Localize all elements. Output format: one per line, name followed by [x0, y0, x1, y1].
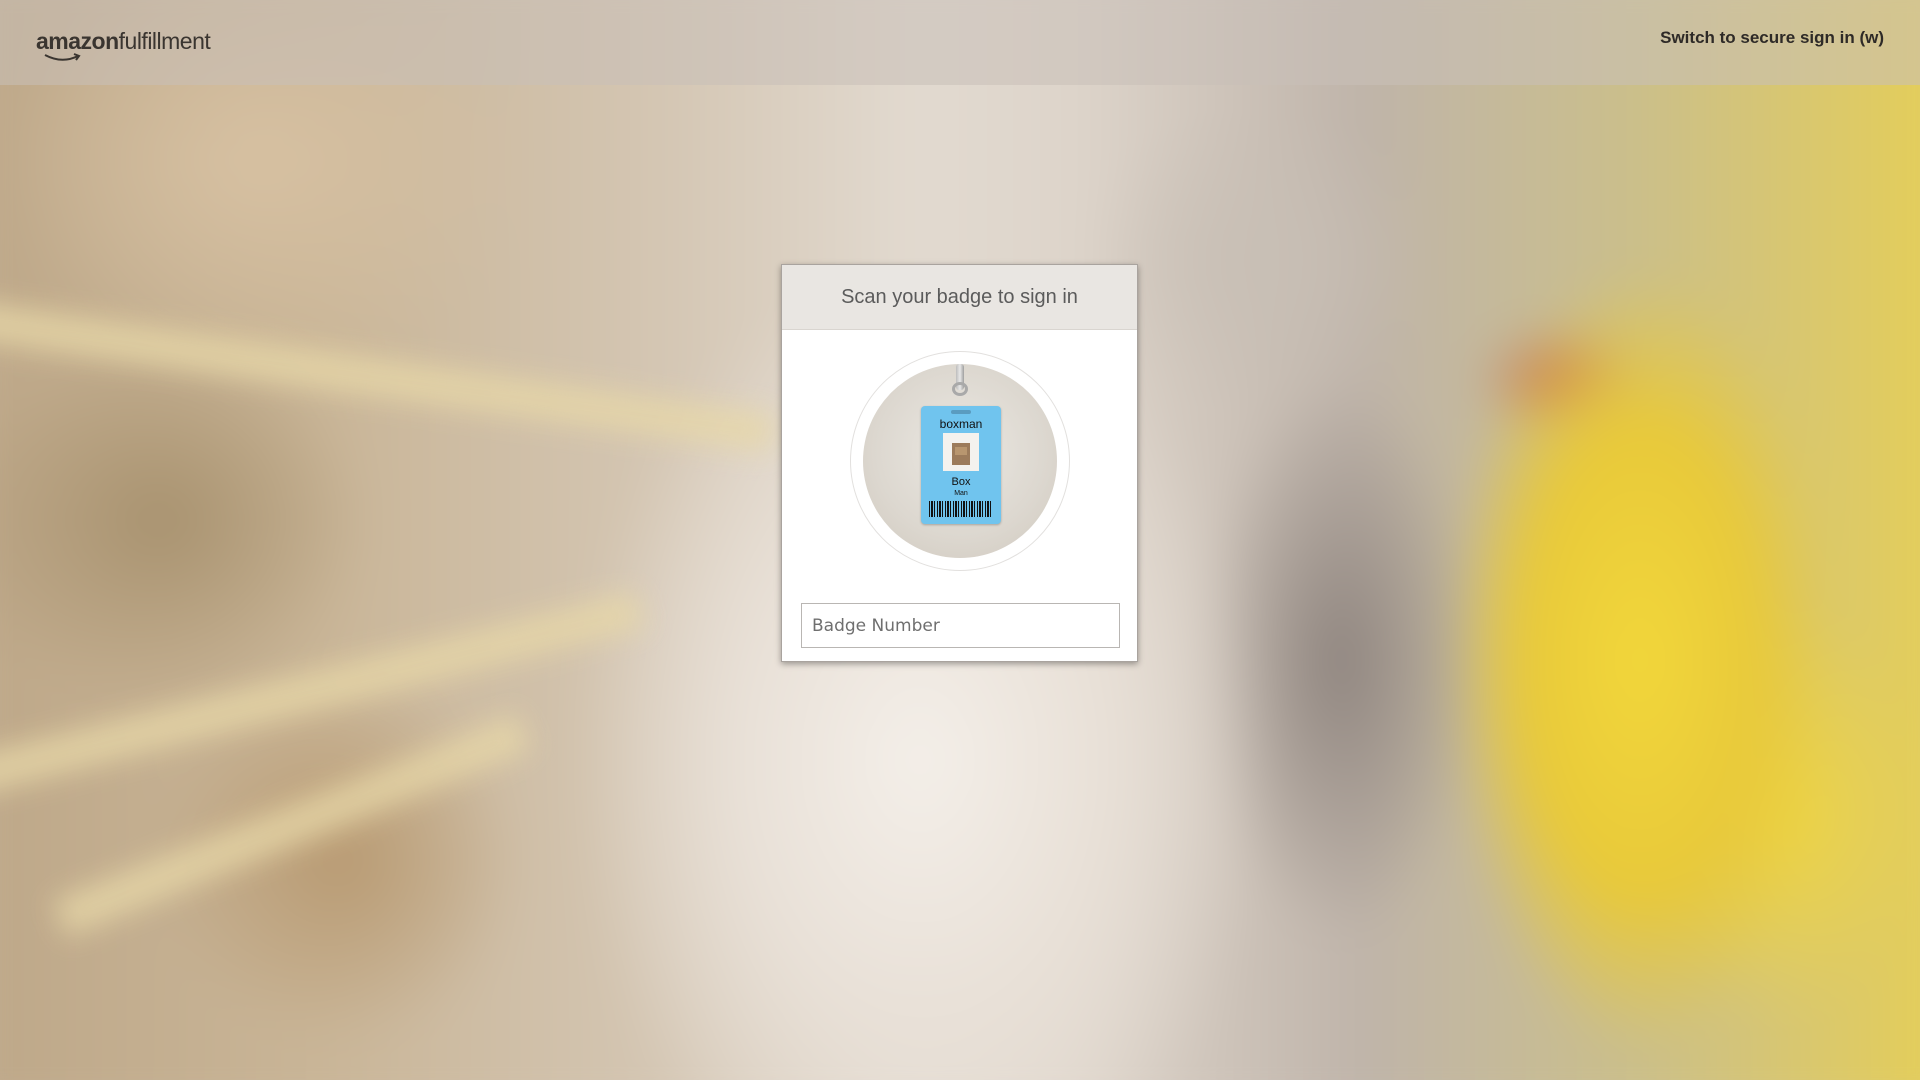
badge-sign-in-card: Scan your badge to sign in boxman Box Ma… — [781, 264, 1138, 662]
amazon-fulfillment-logo: amazonfulfillment — [36, 28, 211, 61]
switch-to-secure-sign-in-link[interactable]: Switch to secure sign in (w) — [1660, 28, 1884, 48]
badge-photo — [943, 433, 979, 471]
amazon-smile-icon — [44, 53, 81, 61]
logo-brand: amazon — [36, 28, 119, 54]
badge-first-name: Box — [951, 476, 971, 488]
barcode-icon — [929, 501, 993, 517]
badge-number-input[interactable] — [801, 603, 1120, 648]
badge-illustration: boxman Box Man — [863, 364, 1057, 558]
badge-illustration-frame: boxman Box Man — [850, 351, 1070, 571]
badge-username: boxman — [939, 417, 983, 431]
box-figure-icon — [952, 443, 970, 465]
badge-last-name: Man — [954, 490, 968, 497]
top-bar: amazonfulfillment Switch to secure sign … — [0, 0, 1920, 85]
login-page: amazonfulfillment Switch to secure sign … — [0, 0, 1920, 1080]
badge-slot — [951, 410, 971, 414]
card-title: Scan your badge to sign in — [782, 265, 1137, 330]
logo-suffix: fulfillment — [118, 28, 211, 54]
badge-clip-icon — [952, 382, 968, 396]
id-badge-icon: boxman Box Man — [921, 406, 1001, 524]
